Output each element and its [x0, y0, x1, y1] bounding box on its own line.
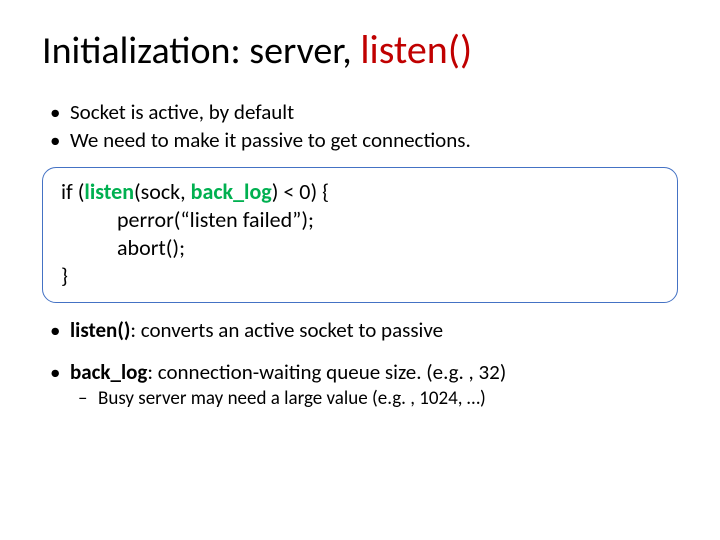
bullet-bottom-0-rest: : converts an active socket to passive [130, 317, 443, 343]
code-l1a: if ( [61, 178, 84, 205]
bullet-bottom-1-sub: Busy server may need a large value (e.g.… [70, 387, 678, 410]
bullet-top-1: We need to make it passive to get connec… [70, 127, 678, 153]
code-l1b: (sock, [134, 178, 191, 205]
bullet-bottom-1-rest: : connection-waiting queue size. (e.g. ,… [147, 359, 506, 385]
slide-title: Initialization: server, listen() [42, 28, 678, 73]
code-line-4: } [61, 262, 659, 290]
code-line-1: if (listen(sock, back_log) < 0) { [61, 178, 659, 206]
code-backlog-kw: back_log [191, 178, 272, 205]
code-box: if (listen(sock, back_log) < 0) { perror… [42, 167, 678, 304]
bullet-bottom-1: back_log: connection-waiting queue size.… [70, 359, 678, 410]
slide: Initialization: server, listen() Socket … [0, 0, 720, 540]
bullet-top-0: Socket is active, by default [70, 99, 678, 125]
bullets-bottom: listen(): converts an active socket to p… [42, 317, 678, 410]
bullets-top: Socket is active, by default We need to … [42, 99, 678, 153]
bullet-bottom-0: listen(): converts an active socket to p… [70, 317, 678, 343]
code-l1c: ) < 0) { [272, 178, 329, 205]
code-line-2: perror(“listen failed”); [61, 206, 659, 234]
code-line-3: abort(); [61, 234, 659, 262]
title-fn: listen() [360, 25, 472, 74]
code-listen-kw: listen [84, 178, 134, 205]
title-prefix: Initialization: server, [42, 28, 360, 74]
bullet-bottom-0-bold: listen() [70, 317, 130, 343]
bullet-bottom-1-bold: back_log [70, 359, 147, 385]
bullet-bottom-1-sub-0: Busy server may need a large value (e.g.… [98, 387, 678, 410]
